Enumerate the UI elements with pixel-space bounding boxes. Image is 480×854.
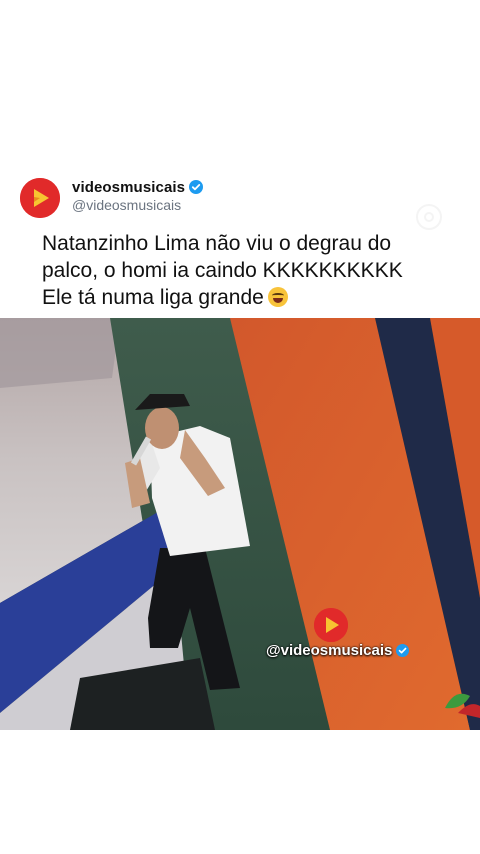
display-name-row: videosmusicais [72, 178, 204, 196]
caption-line-3-row: Ele tá numa liga grande [42, 284, 462, 311]
watermark-handle: @videosmusicais [266, 642, 393, 659]
post-header: videosmusicais @videosmusicais [20, 176, 460, 224]
faded-overlay-icon [416, 204, 442, 230]
verified-badge-icon [396, 644, 410, 657]
watermark-logo-icon [314, 608, 348, 642]
video-frame[interactable]: @videosmusicais [0, 318, 480, 730]
watermark-text-row: @videosmusicais [266, 642, 410, 659]
play-triangle-icon [20, 178, 60, 218]
caption-line-3: Ele tá numa liga grande [42, 286, 264, 309]
verified-badge-icon [189, 180, 204, 194]
caption-line-1: Natanzinho Lima não viu o degrau do [42, 232, 392, 255]
video-watermark: @videosmusicais [266, 608, 426, 668]
video-still [0, 318, 480, 730]
caption-line-2: palco, o homi ia caindo KKKKKKKKKK [42, 259, 403, 282]
author-handle[interactable]: @videosmusicais [72, 197, 203, 213]
display-name[interactable]: videosmusicais [72, 179, 185, 196]
face-with-tears-of-joy-icon [267, 287, 288, 307]
post-screenshot: videosmusicais @videosmusicais Natanzinh… [0, 0, 480, 854]
author-names: videosmusicais @videosmusicais [72, 178, 204, 213]
avatar[interactable] [20, 178, 60, 218]
post-caption: Natanzinho Lima não viu o degrau do palc… [42, 230, 462, 311]
